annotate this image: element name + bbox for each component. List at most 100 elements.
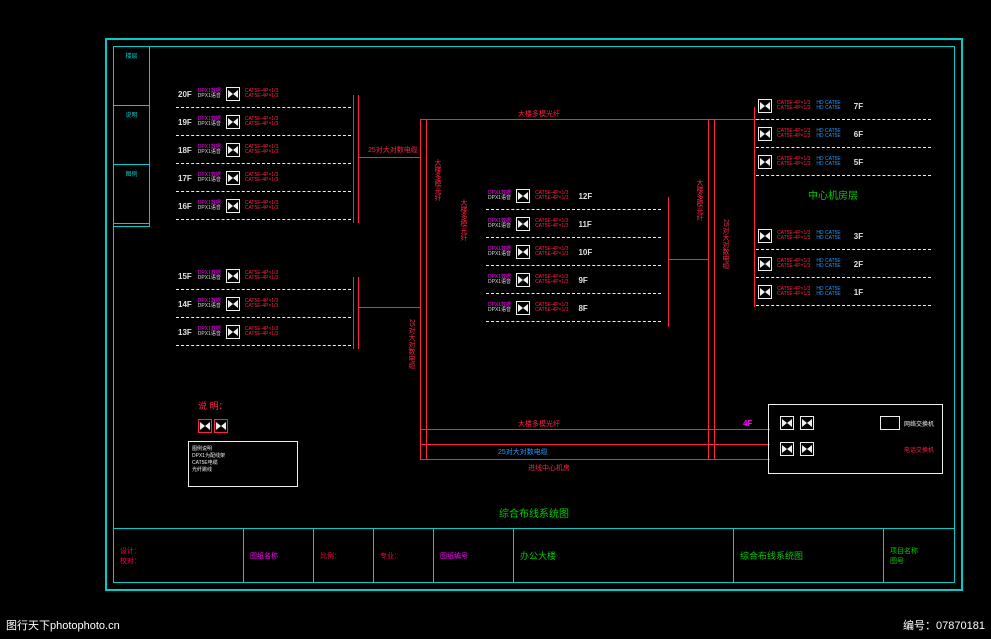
floor-node: DPX1数据DPX1语音 CAT5E-4P×1/3CAT5E-4P×1/3 12… (488, 189, 596, 203)
floor-node: CAT5E-4P×1/3CAT5E-4P×1/3 HD CAT5EHD CAT5… (758, 285, 867, 299)
tb-cell: 比例： (314, 529, 374, 582)
floor-node: DPX1数据DPX1语音 CAT5E-4P×1/3CAT5E-4P×1/3 11… (488, 217, 596, 231)
floor-node: 17F DPX1数据DPX1语音 CAT5E-4P×1/3CAT5E-4P×1/… (178, 171, 278, 185)
patch-panel-icon (758, 127, 772, 141)
floor-node: 14F DPX1数据DPX1语音 CAT5E-4P×1/3CAT5E-4P×1/… (178, 297, 278, 311)
patch-panel-icon (516, 273, 530, 287)
wire (714, 119, 715, 459)
wire (420, 119, 421, 459)
patch-panel-icon (226, 171, 240, 185)
patch-panel-icon (758, 155, 772, 169)
tb-serial: 项目名称 图号 (884, 529, 954, 582)
wire (668, 197, 669, 327)
patch-panel-icon (226, 199, 240, 213)
drawing-frame-inner: 楼层 说明 图例 20F DPX1数据 DPX1语音 CAT5E-4P×1/3 … (113, 46, 955, 583)
basement-floor: 4F (743, 419, 752, 428)
bundle-label: 大楼多模光纤 (518, 109, 560, 119)
floor-node: DPX1数据DPX1语音 CAT5E-4P×1/3CAT5E-4P×1/3 10… (488, 245, 596, 259)
patch-panel-icon (758, 99, 772, 113)
bundle-label: 25对大对数电缆 (498, 447, 548, 457)
patch-panel-icon (226, 115, 240, 129)
tb-cell: 图纸编号 (434, 529, 514, 582)
floor-node: 13F DPX1数据DPX1语音 CAT5E-4P×1/3CAT5E-4P×1/… (178, 325, 278, 339)
wire (754, 107, 755, 307)
switch-icon (880, 416, 900, 430)
bundle-label: 大楼多模光纤 (458, 199, 468, 241)
floor-node: 18F DPX1数据DPX1语音 CAT5E-4P×1/3CAT5E-4P×1/… (178, 143, 278, 157)
patch-panel-icon (226, 325, 240, 339)
drawing-caption: 综合布线系统图 (114, 505, 954, 520)
tb-cell: 专业： (374, 529, 434, 582)
floor-text: DPX1数据 DPX1语音 (198, 89, 221, 100)
wire (358, 277, 359, 349)
wire (358, 307, 420, 308)
floor-node: 19F DPX1数据DPX1语音 CAT5E-4P×1/3CAT5E-4P×1/… (178, 115, 278, 129)
bundle-label: 25对大对数电缆 (406, 319, 416, 369)
wire (420, 444, 770, 445)
wire (353, 95, 354, 223)
wire (420, 459, 770, 460)
patch-panel-icon (516, 189, 530, 203)
legend-title: 说 明： (198, 399, 228, 412)
legend-symbol (198, 419, 228, 435)
tb-building: 办公大楼 (514, 529, 734, 582)
bundle-label: 大楼多模光纤 (694, 179, 704, 221)
floor-node: CAT5E-4P×1/3CAT5E-4P×1/3 HD CAT5EHD CAT5… (758, 257, 867, 271)
patch-panel-icon (758, 229, 772, 243)
bundle-label: 25对大对数电缆 (368, 145, 418, 155)
floor-node: CAT5E-4P×1/3CAT5E-4P×1/3 HD CAT5EHD CAT5… (758, 99, 867, 113)
floor-node: DPX1数据DPX1语音 CAT5E-4P×1/3CAT5E-4P×1/3 8F (488, 301, 592, 315)
drawing-frame: 楼层 说明 图例 20F DPX1数据 DPX1语音 CAT5E-4P×1/3 … (105, 38, 963, 591)
image-id: 编号：07870181 (903, 617, 985, 633)
link-text: CAT5E-4P×1/3 CAT5E-4P×1/3 (245, 89, 278, 100)
floor-node: 16F DPX1数据DPX1语音 CAT5E-4P×1/3CAT5E-4P×1/… (178, 199, 278, 213)
bundle-label: 大楼多模光纤 (518, 419, 560, 429)
bundle-label: 25对大对数电缆 (720, 219, 730, 269)
floor-node: 15F DPX1数据DPX1语音 CAT5E-4P×1/3CAT5E-4P×1/… (178, 269, 278, 283)
server-room-box: 网络交换机 电话交换机 (768, 404, 943, 474)
patch-panel-icon (214, 419, 228, 433)
wire (358, 95, 359, 223)
wire (668, 259, 708, 260)
patch-panel-icon (516, 245, 530, 259)
patch-panel-icon (780, 416, 794, 430)
patch-panel-icon (198, 419, 212, 433)
patch-panel-icon (516, 217, 530, 231)
floor-node: CAT5E-4P×1/3CAT5E-4P×1/3 HD CAT5EHD CAT5… (758, 229, 867, 243)
tb-cell: 设计： 校对： (114, 529, 244, 582)
server-tel-label: 电话交换机 (904, 445, 934, 454)
bundle-label: 进线中心机房 (528, 463, 570, 473)
patch-panel-icon (780, 442, 794, 456)
patch-panel-icon (226, 269, 240, 283)
patch-panel-icon (226, 297, 240, 311)
floor-node: DPX1数据DPX1语音 CAT5E-4P×1/3CAT5E-4P×1/3 9F (488, 273, 592, 287)
patch-panel-icon (758, 285, 772, 299)
patch-panel-icon (800, 442, 814, 456)
watermark: 图行天下photophoto.cn (6, 617, 120, 633)
wire (420, 119, 770, 120)
title-block: 设计： 校对： 图纸名称 比例： 专业： 图纸编号 办公大楼 综合布线系统图 项… (114, 528, 954, 582)
tb-drawing-name: 综合布线系统图 (734, 529, 884, 582)
wire (353, 277, 354, 349)
tb-cell: 图纸名称 (244, 529, 314, 582)
patch-panel-icon (226, 143, 240, 157)
patch-panel-icon (226, 87, 240, 101)
wire (358, 157, 420, 158)
patch-panel-icon (758, 257, 772, 271)
bundle-label: 大楼多模光纤 (432, 159, 442, 201)
patch-panel-icon (800, 416, 814, 430)
diagram-area: 20F DPX1数据 DPX1语音 CAT5E-4P×1/3 CAT5E-4P×… (158, 59, 942, 522)
wire (420, 429, 770, 430)
legend-box: 图例说明 DPX1为配线架 CAT5E电缆 光纤跳线 (188, 441, 298, 487)
side-cell: 图例 (114, 165, 149, 224)
server-net-label: 网络交换机 (904, 419, 934, 428)
center-room-label: 中心机房层 (808, 187, 858, 202)
patch-panel-icon (516, 301, 530, 315)
floor-label: 20F (178, 90, 192, 99)
floor-node: 20F DPX1数据 DPX1语音 CAT5E-4P×1/3 CAT5E-4P×… (178, 87, 278, 101)
side-cell: 楼层 (114, 47, 149, 106)
wire (708, 119, 709, 459)
floor-node: CAT5E-4P×1/3CAT5E-4P×1/3 HD CAT5EHD CAT5… (758, 155, 867, 169)
side-cell: 说明 (114, 106, 149, 165)
wire (426, 119, 427, 459)
